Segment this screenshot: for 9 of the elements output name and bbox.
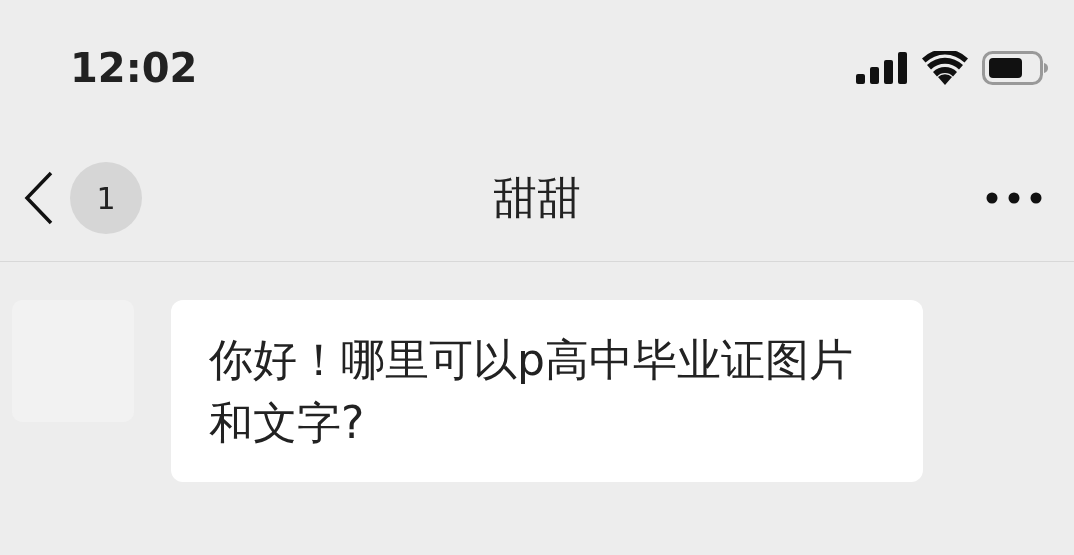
battery-icon: [982, 50, 1048, 85]
chat-title: 甜甜: [493, 170, 581, 225]
status-time: 12:02: [70, 44, 198, 91]
more-icon[interactable]: [986, 192, 1042, 204]
signal-icon: [856, 51, 908, 84]
wifi-icon: [922, 50, 968, 85]
back-icon[interactable]: [24, 171, 54, 225]
message-text: 你好！哪里可以p高中毕业证图片和文字?: [209, 333, 854, 450]
unread-count-badge: 1: [70, 162, 142, 234]
